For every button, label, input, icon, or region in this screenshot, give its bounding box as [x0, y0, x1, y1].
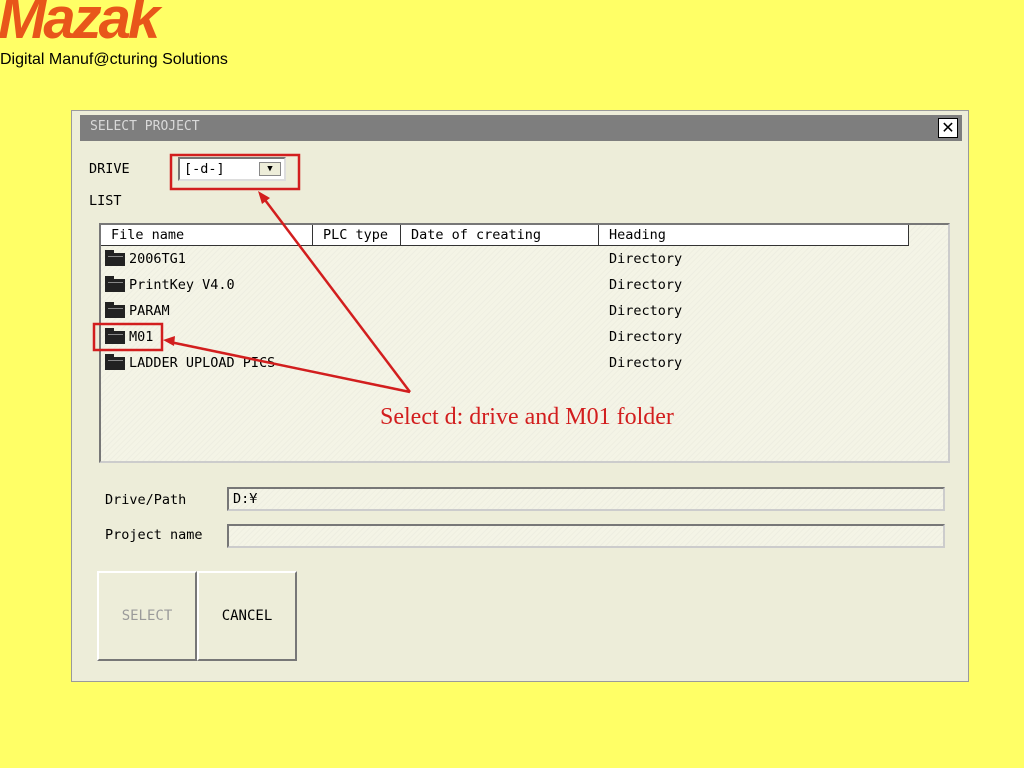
file-heading: Directory: [609, 277, 683, 293]
file-heading: Directory: [609, 329, 683, 345]
dialog-titlebar: SELECT PROJECT ✕: [80, 115, 962, 141]
drive-dropdown-value: [-d-]: [184, 161, 225, 177]
file-heading: Directory: [609, 355, 683, 371]
drive-dropdown[interactable]: [-d-] ▼: [178, 157, 286, 181]
drive-label: DRIVE: [89, 161, 130, 177]
file-name: PARAM: [129, 303, 170, 319]
list-item[interactable]: PrintKey V4.0 Directory: [101, 273, 948, 299]
folder-icon: [105, 328, 125, 344]
list-item[interactable]: M01 Directory: [101, 325, 948, 351]
select-project-dialog: SELECT PROJECT ✕ DRIVE [-d-] ▼ LIST File…: [71, 110, 969, 682]
folder-icon: [105, 250, 125, 266]
drive-path-value: D:¥: [233, 491, 258, 507]
project-name-label: Project name: [105, 527, 203, 543]
select-button[interactable]: SELECT: [97, 571, 197, 661]
file-heading: Directory: [609, 251, 683, 267]
dialog-title: SELECT PROJECT: [90, 119, 200, 134]
chevron-down-icon[interactable]: ▼: [259, 162, 281, 176]
file-name: LADDER UPLOAD PICS: [129, 355, 276, 371]
folder-icon: [105, 302, 125, 318]
brand-tagline: Digital Manuf@cturing Solutions: [0, 51, 228, 68]
list-item[interactable]: LADDER UPLOAD PICS Directory: [101, 351, 948, 377]
instruction-callout: Select d: drive and M01 folder: [380, 404, 674, 430]
file-name: M01: [129, 329, 154, 345]
project-name-field[interactable]: [227, 524, 945, 548]
file-name: 2006TG1: [129, 251, 186, 267]
list-item[interactable]: 2006TG1 Directory: [101, 247, 948, 273]
drive-path-label: Drive/Path: [105, 492, 187, 508]
column-header-heading[interactable]: Heading: [599, 225, 909, 246]
file-name: PrintKey V4.0: [129, 277, 235, 293]
cancel-button[interactable]: CANCEL: [197, 571, 297, 661]
list-item[interactable]: PARAM Directory: [101, 299, 948, 325]
column-header-date[interactable]: Date of creating: [401, 225, 599, 246]
folder-icon: [105, 354, 125, 370]
list-label: LIST: [89, 193, 122, 209]
column-header-file-name[interactable]: File name: [101, 225, 313, 246]
folder-icon: [105, 276, 125, 292]
column-header-plc-type[interactable]: PLC type: [313, 225, 401, 246]
file-heading: Directory: [609, 303, 683, 319]
list-header: File name PLC type Date of creating Head…: [101, 225, 948, 247]
close-icon[interactable]: ✕: [938, 118, 958, 138]
drive-path-field[interactable]: D:¥: [227, 487, 945, 511]
mazak-logo: Mazak: [0, 0, 160, 51]
